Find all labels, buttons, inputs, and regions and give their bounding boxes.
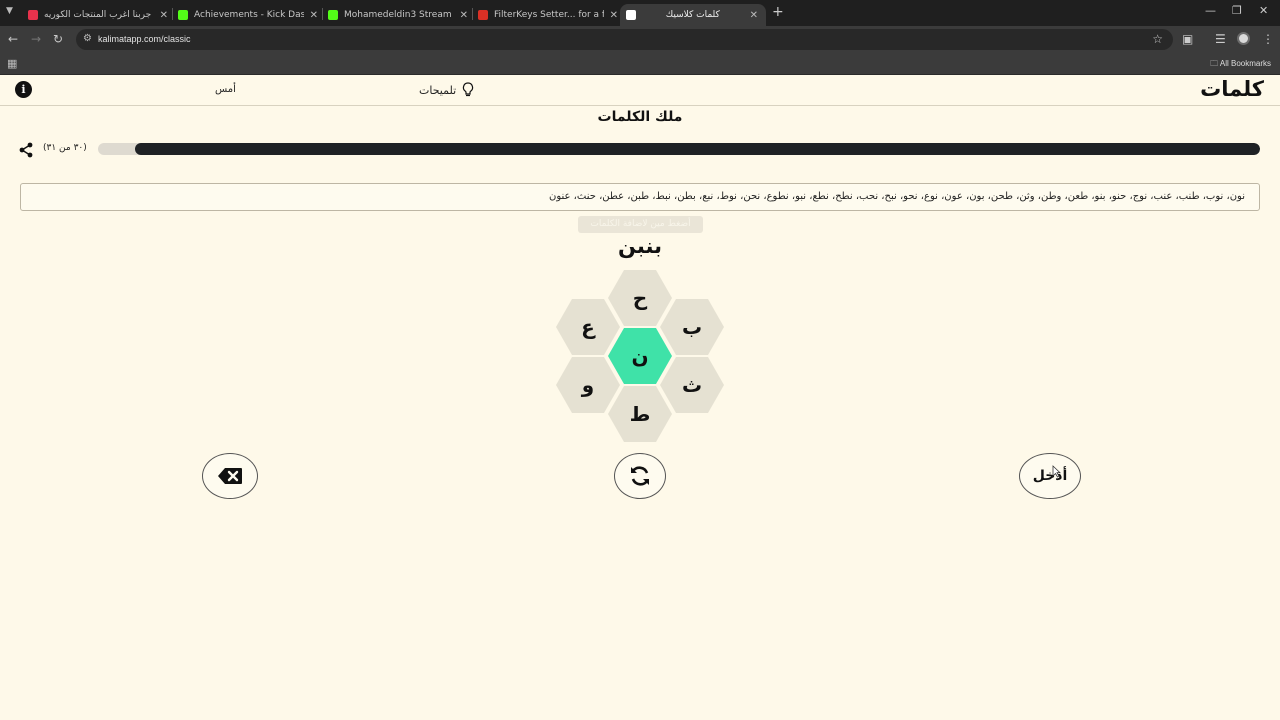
minimize-icon[interactable]: — (1205, 4, 1216, 17)
hints-button[interactable]: تلميحات (419, 82, 474, 98)
letter-hex-top[interactable]: ح (608, 270, 672, 326)
mouse-cursor-icon (1052, 465, 1061, 478)
progress-bar (98, 143, 1260, 155)
bookmark-favicon-icon (478, 10, 488, 20)
site-info-icon[interactable]: ⚙ (83, 33, 92, 44)
tab-close-icon[interactable]: ✕ (160, 10, 168, 21)
youtube-favicon-icon (28, 10, 38, 20)
letter-hex-bottom-right[interactable]: ث (660, 357, 724, 413)
letter-hex-center[interactable]: ن (608, 328, 672, 384)
kalimat-favicon-icon (626, 10, 636, 20)
apps-grid-icon[interactable]: ▦ (7, 57, 17, 70)
current-word: بنبن (618, 234, 662, 258)
all-bookmarks-button[interactable]: 🗀 All Bookmarks (1210, 58, 1271, 72)
letter-hex-top-right[interactable]: ب (660, 299, 724, 355)
share-icon[interactable] (18, 142, 34, 158)
window-close-icon[interactable]: ✕ (1259, 4, 1268, 17)
tab-kick-stream[interactable]: Mohamedeldin3 Stream - Watc ✕ (328, 4, 468, 26)
reload-icon[interactable]: ↻ (53, 32, 63, 46)
kick-favicon-icon (328, 10, 338, 20)
tab-kalimat-classic[interactable]: كلمات كلاسيك ✕ (620, 4, 766, 26)
kick-favicon-icon (178, 10, 188, 20)
found-words-box[interactable]: نون، نوب، طنب، عنب، نوج، حنو، بنو، طعن، … (20, 183, 1260, 211)
delete-button[interactable] (202, 453, 258, 499)
browser-menu-icon[interactable]: ⋮ (1262, 32, 1274, 46)
browser-tab-bar: ▼ جربنا اغرب المنتجات الكوريه ✕ Achievem… (0, 0, 1280, 26)
info-icon[interactable]: i (15, 81, 32, 98)
url-text[interactable]: kalimatapp.com/classic (98, 34, 191, 44)
rank-title: ملك الكلمات (597, 109, 683, 125)
letter-hex-bottom[interactable]: ط (608, 386, 672, 442)
tab-close-icon[interactable]: ✕ (460, 10, 468, 21)
profile-avatar[interactable] (1237, 32, 1250, 45)
forward-arrow-icon[interactable]: → (31, 32, 41, 46)
star-icon[interactable]: ☆ (1152, 32, 1163, 46)
tab-search-chevron-icon[interactable]: ▼ (6, 6, 13, 16)
letter-hex-top-left[interactable]: ع (556, 299, 620, 355)
progress-fill (135, 143, 1260, 155)
tab-kick-dashboard[interactable]: Achievements - Kick Dashboard ✕ (178, 4, 318, 26)
refresh-icon (631, 466, 649, 486)
address-bar[interactable]: ⚙ kalimatapp.com/classic ☆ (76, 29, 1173, 50)
new-tab-plus-icon[interactable]: + (772, 4, 784, 20)
tooltip: أضغط مين لاضافة الكلمات (578, 216, 703, 233)
app-header: كلمات تلميحات أمس i (0, 75, 1280, 106)
lightbulb-icon (463, 82, 474, 97)
shuffle-button[interactable] (614, 453, 666, 499)
tab-close-icon[interactable]: ✕ (750, 10, 758, 21)
found-words-list: نون، نوب، طنب، عنب، نوج، حنو، بنو، طعن، … (548, 191, 1245, 202)
tab-korean-products[interactable]: جربنا اغرب المنتجات الكوريه ✕ (28, 4, 168, 26)
app-logo[interactable]: كلمات (1200, 77, 1264, 101)
maximize-icon[interactable]: ❐ (1232, 4, 1242, 17)
letter-hex-bottom-left[interactable]: و (556, 357, 620, 413)
enter-button[interactable]: أدخل (1019, 453, 1081, 499)
tab-filterkeys[interactable]: FilterKeys Setter... for a faster k ✕ (478, 4, 618, 26)
tab-close-icon[interactable]: ✕ (310, 10, 318, 21)
yesterday-button[interactable]: أمس (215, 84, 236, 95)
tab-close-icon[interactable]: ✕ (610, 10, 618, 21)
browser-toolbar: ← → ↻ ⚙ kalimatapp.com/classic ☆ ▣ ☰ ⋮ (0, 26, 1280, 53)
backspace-icon (218, 468, 242, 484)
score-text: (٣٠ من ٣١) (43, 143, 87, 153)
extensions-puzzle-icon[interactable]: ▣ (1182, 32, 1193, 46)
hints-label: تلميحات (419, 83, 457, 97)
enter-label: أدخل (1032, 468, 1068, 484)
bookmarks-bar: ▦ 🗀 All Bookmarks (0, 53, 1280, 75)
media-controls-icon[interactable]: ☰ (1215, 32, 1226, 46)
back-arrow-icon[interactable]: ← (8, 32, 18, 46)
